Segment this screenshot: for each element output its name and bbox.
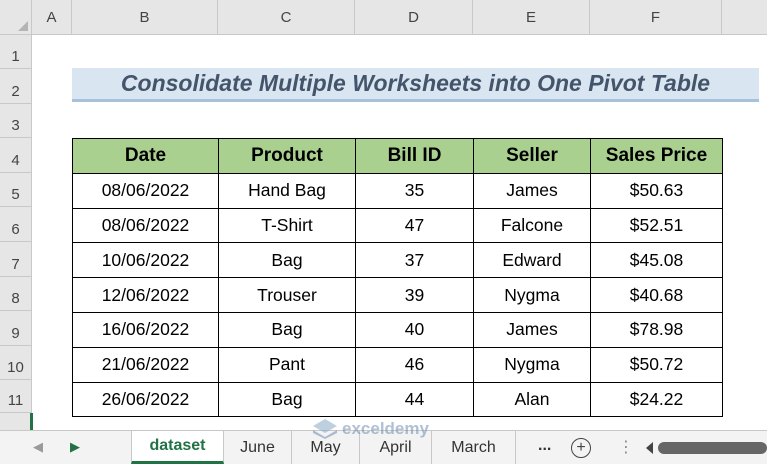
scroll-tabs-left-icon[interactable]: ◀ [33,439,43,455]
tab-june[interactable]: June [224,431,292,464]
title-cell[interactable]: Consolidate Multiple Worksheets into One… [72,68,759,102]
more-tabs-button[interactable]: ... [538,437,551,455]
column-header-b[interactable]: B [72,0,218,35]
worksheet: A B C D E F 1 2 3 4 5 6 7 8 9 10 11 Cons… [0,0,767,430]
cell-bill-id[interactable]: 46 [355,346,474,383]
row-header-8[interactable]: 8 [0,277,32,311]
active-sheet-marker [30,413,33,430]
scroll-tabs-right-icon[interactable]: ▶ [70,439,80,455]
table-row: 26/06/2022 Bag 44 Alan $24.22 [72,381,723,418]
cell-product[interactable]: T-Shirt [218,207,356,244]
cell-bill-id[interactable]: 44 [355,381,474,418]
add-sheet-button[interactable]: + [571,438,591,458]
cell-seller[interactable]: Edward [473,242,591,279]
plus-icon: + [576,439,586,456]
cell-date[interactable]: 26/06/2022 [72,381,219,418]
table-row: 08/06/2022 T-Shirt 47 Falcone $52.51 [72,207,723,244]
row-header-5[interactable]: 5 [0,173,32,207]
cell-seller[interactable]: James [473,172,591,209]
cell-product[interactable]: Bag [218,311,356,348]
cell-seller[interactable]: Falcone [473,207,591,244]
select-all-corner[interactable] [0,0,32,35]
cell-product[interactable]: Bag [218,242,356,279]
cell-seller[interactable]: Nygma [473,346,591,383]
row-header-1[interactable]: 1 [0,35,32,69]
cell-sales-price[interactable]: $52.51 [590,207,723,244]
header-bill-id[interactable]: Bill ID [355,138,474,174]
sales-table: Date Product Bill ID Seller Sales Price … [72,138,723,418]
table-row: 16/06/2022 Bag 40 James $78.98 [72,311,723,348]
cell-sales-price[interactable]: $78.98 [590,311,723,348]
tab-dataset[interactable]: dataset [131,431,224,464]
cell-bill-id[interactable]: 40 [355,311,474,348]
cell-seller[interactable]: Nygma [473,277,591,313]
cell-product[interactable]: Hand Bag [218,172,356,209]
cell-product[interactable]: Bag [218,381,356,418]
cell-sales-price[interactable]: $45.08 [590,242,723,279]
scrollbar-thumb[interactable] [658,442,767,454]
cell-product[interactable]: Trouser [218,277,356,313]
cell-product[interactable]: Pant [218,346,356,383]
row-header-2[interactable]: 2 [0,69,32,104]
tab-march[interactable]: March [432,431,516,464]
row-header-9[interactable]: 9 [0,311,32,346]
header-date[interactable]: Date [72,138,219,174]
header-sales-price[interactable]: Sales Price [590,138,723,174]
watermark: exceldemy [312,418,429,440]
row-header-3[interactable]: 3 [0,104,32,138]
select-all-icon [18,21,28,31]
column-header-f[interactable]: F [590,0,722,35]
row-header-4[interactable]: 4 [0,138,32,173]
header-product[interactable]: Product [218,138,356,174]
cell-date[interactable]: 12/06/2022 [72,277,219,313]
row-header-11[interactable]: 11 [0,380,32,413]
row-header-7[interactable]: 7 [0,242,32,277]
column-header-e[interactable]: E [473,0,590,35]
cell-sales-price[interactable]: $40.68 [590,277,723,313]
scroll-left-icon[interactable] [646,442,653,454]
table-row: 10/06/2022 Bag 37 Edward $45.08 [72,242,723,279]
row-header-filler [0,413,32,430]
table-header-row: Date Product Bill ID Seller Sales Price [72,138,723,174]
cell-bill-id[interactable]: 39 [355,277,474,313]
cell-bill-id[interactable]: 35 [355,172,474,209]
cell-sales-price[interactable]: $50.63 [590,172,723,209]
column-header-a[interactable]: A [32,0,72,35]
column-header-d[interactable]: D [355,0,473,35]
horizontal-scrollbar[interactable] [646,439,767,457]
cell-seller[interactable]: Alan [473,381,591,418]
row-header-6[interactable]: 6 [0,207,32,242]
column-header-c[interactable]: C [218,0,355,35]
watermark-text: exceldemy [342,419,429,438]
table-row: 21/06/2022 Pant 46 Nygma $50.72 [72,346,723,383]
cell-date[interactable]: 10/06/2022 [72,242,219,279]
tab-splitter-icon[interactable]: ⋮ [618,437,634,457]
cell-seller[interactable]: James [473,311,591,348]
cell-date[interactable]: 21/06/2022 [72,346,219,383]
cell-sales-price[interactable]: $24.22 [590,381,723,418]
header-seller[interactable]: Seller [473,138,591,174]
table-row: 08/06/2022 Hand Bag 35 James $50.63 [72,172,723,209]
cell-bill-id[interactable]: 37 [355,242,474,279]
cell-sales-price[interactable]: $50.72 [590,346,723,383]
page-title: Consolidate Multiple Worksheets into One… [120,70,711,96]
row-header-10[interactable]: 10 [0,346,32,380]
table-row: 12/06/2022 Trouser 39 Nygma $40.68 [72,277,723,313]
cell-date[interactable]: 08/06/2022 [72,207,219,244]
cell-bill-id[interactable]: 47 [355,207,474,244]
column-header-filler [722,0,767,35]
cell-date[interactable]: 08/06/2022 [72,172,219,209]
cell-date[interactable]: 16/06/2022 [72,311,219,348]
exceldemy-logo-icon [313,419,337,439]
